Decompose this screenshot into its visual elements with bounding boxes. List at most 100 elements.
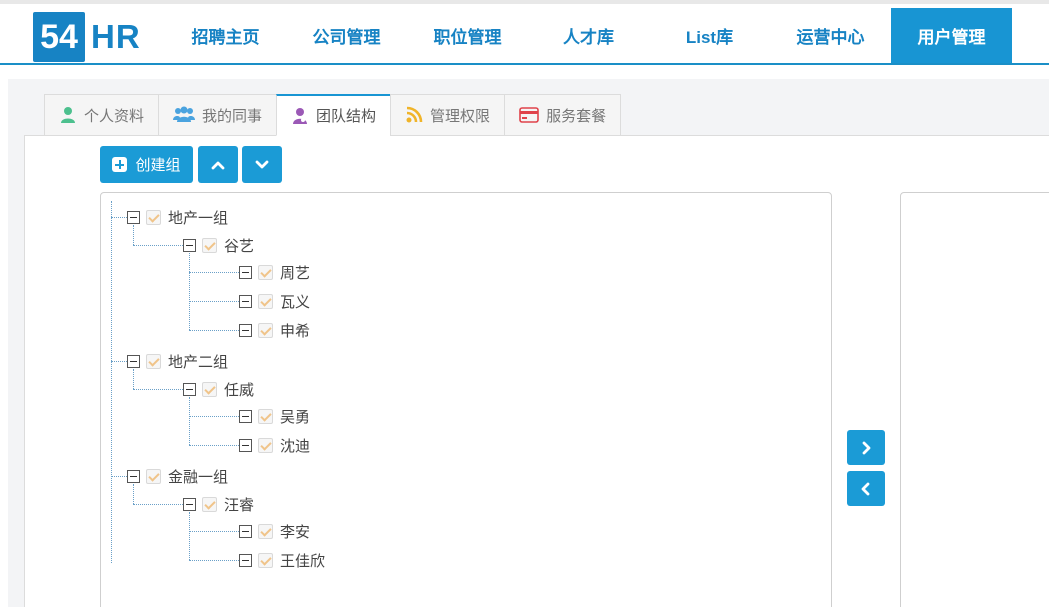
- nav-item-operations[interactable]: 运营中心: [770, 8, 891, 63]
- top-navbar: 54 HR 招聘主页 公司管理 职位管理 人才库 List库 运营中心 用户管理: [0, 0, 1049, 65]
- leader-name[interactable]: 谷艺: [224, 235, 254, 256]
- node-checkbox[interactable]: [258, 264, 273, 280]
- node-checkbox[interactable]: [258, 437, 273, 453]
- tab-permissions[interactable]: 管理权限: [390, 94, 506, 136]
- member-name[interactable]: 申希: [280, 320, 310, 341]
- node-checkbox[interactable]: [258, 552, 273, 568]
- group-name[interactable]: 地产一组: [168, 207, 228, 228]
- leader-name[interactable]: 任威: [224, 379, 254, 400]
- create-group-label: 创建组: [135, 156, 181, 174]
- tree-connector: [133, 369, 134, 389]
- tree-connector: [189, 560, 239, 561]
- team-structure-icon: [293, 107, 308, 124]
- move-right-button[interactable]: [847, 430, 885, 465]
- member-name[interactable]: 王佳欣: [280, 550, 325, 571]
- member-name[interactable]: 瓦义: [280, 291, 310, 312]
- tree-connector: [189, 301, 239, 302]
- node-checkbox[interactable]: [258, 408, 273, 424]
- member-name[interactable]: 吴勇: [280, 406, 310, 427]
- tree-node-group: 地产二组: [127, 351, 228, 371]
- tree-node-member: 李安: [239, 521, 310, 541]
- tab-label: 服务套餐: [546, 106, 607, 125]
- member-name[interactable]: 沈迪: [280, 435, 310, 456]
- tree-node-leader: 谷艺: [183, 235, 254, 255]
- tree-node-group: 地产一组: [127, 207, 228, 227]
- create-group-button[interactable]: 创建组: [100, 146, 193, 183]
- tree-node-member: 王佳欣: [239, 550, 325, 570]
- collapse-toggle[interactable]: [239, 294, 252, 308]
- member-name[interactable]: 李安: [280, 521, 310, 542]
- node-checkbox[interactable]: [258, 523, 273, 539]
- collapse-toggle[interactable]: [239, 265, 252, 279]
- nav-item-user-management[interactable]: 用户管理: [891, 8, 1012, 63]
- tree-connector: [111, 361, 127, 362]
- tab-label: 我的同事: [202, 106, 263, 125]
- node-checkbox[interactable]: [258, 293, 273, 309]
- nav-item-talent-pool[interactable]: 人才库: [528, 8, 649, 63]
- nav-item-list-library[interactable]: List库: [649, 8, 770, 63]
- tree-node-group: 金融一组: [127, 466, 228, 486]
- member-name[interactable]: 周艺: [280, 262, 310, 283]
- collapse-toggle[interactable]: [239, 524, 252, 538]
- main-nav: 招聘主页 公司管理 职位管理 人才库 List库 运营中心 用户管理: [165, 8, 1012, 63]
- collapse-toggle[interactable]: [127, 354, 140, 368]
- tree-node-member: 申希: [239, 320, 310, 340]
- node-checkbox[interactable]: [146, 468, 161, 484]
- node-checkbox[interactable]: [258, 322, 273, 338]
- tree-connector: [133, 245, 183, 246]
- tab-service-plans[interactable]: 服务套餐: [504, 94, 622, 136]
- collapse-toggle[interactable]: [127, 210, 140, 224]
- selected-members-panel[interactable]: [900, 192, 1049, 607]
- move-down-button[interactable]: [242, 146, 282, 183]
- move-left-button[interactable]: [847, 471, 885, 506]
- tab-team-structure[interactable]: 团队结构: [276, 94, 392, 136]
- tree-connector: [189, 253, 190, 330]
- collapse-toggle[interactable]: [239, 323, 252, 337]
- group-name[interactable]: 地产二组: [168, 351, 228, 372]
- tree-connector: [111, 217, 127, 218]
- logo[interactable]: 54 HR: [33, 12, 141, 62]
- collapse-toggle[interactable]: [239, 409, 252, 423]
- chevron-down-icon: [255, 160, 269, 168]
- tree-connector: [189, 272, 239, 273]
- plus-icon: [112, 157, 128, 172]
- tree-node-member: 瓦义: [239, 291, 310, 311]
- node-checkbox[interactable]: [202, 237, 217, 253]
- collapse-toggle[interactable]: [239, 438, 252, 452]
- tree-connector: [133, 389, 183, 390]
- nav-item-recruit-home[interactable]: 招聘主页: [165, 8, 286, 63]
- collapse-toggle[interactable]: [183, 238, 196, 252]
- node-checkbox[interactable]: [202, 381, 217, 397]
- tree-connector: [111, 476, 127, 477]
- tree-node-leader: 汪睿: [183, 494, 254, 514]
- tree-connector: [133, 225, 134, 245]
- collapse-toggle[interactable]: [183, 382, 196, 396]
- tab-label: 个人资料: [84, 106, 145, 125]
- collapse-toggle[interactable]: [239, 553, 252, 567]
- chevron-left-icon: [861, 482, 870, 495]
- rss-icon: [406, 106, 423, 123]
- tree-connector: [189, 512, 190, 560]
- node-checkbox[interactable]: [146, 353, 161, 369]
- leader-name[interactable]: 汪睿: [224, 494, 254, 515]
- nav-item-positions[interactable]: 职位管理: [407, 8, 528, 63]
- group-name[interactable]: 金融一组: [168, 466, 228, 487]
- tab-colleagues[interactable]: 我的同事: [158, 94, 278, 136]
- tree-connector: [111, 201, 112, 563]
- tree-connector: [189, 531, 239, 532]
- chevron-right-icon: [862, 441, 871, 454]
- tree-node-member: 吴勇: [239, 406, 310, 426]
- nav-item-company[interactable]: 公司管理: [286, 8, 407, 63]
- profile-tabs: 个人资料 我的同事 团队结构 管理权限 服务套餐: [44, 94, 622, 136]
- chevron-up-icon: [211, 161, 225, 169]
- tree-connector: [189, 416, 239, 417]
- collapse-toggle[interactable]: [127, 469, 140, 483]
- node-checkbox[interactable]: [202, 496, 217, 512]
- collapse-toggle[interactable]: [183, 497, 196, 511]
- user-icon: [61, 107, 75, 123]
- tree-connector: [189, 397, 190, 445]
- tab-personal-info[interactable]: 个人资料: [44, 94, 160, 136]
- tab-label: 管理权限: [430, 106, 491, 125]
- move-up-button[interactable]: [198, 146, 238, 183]
- node-checkbox[interactable]: [146, 209, 161, 225]
